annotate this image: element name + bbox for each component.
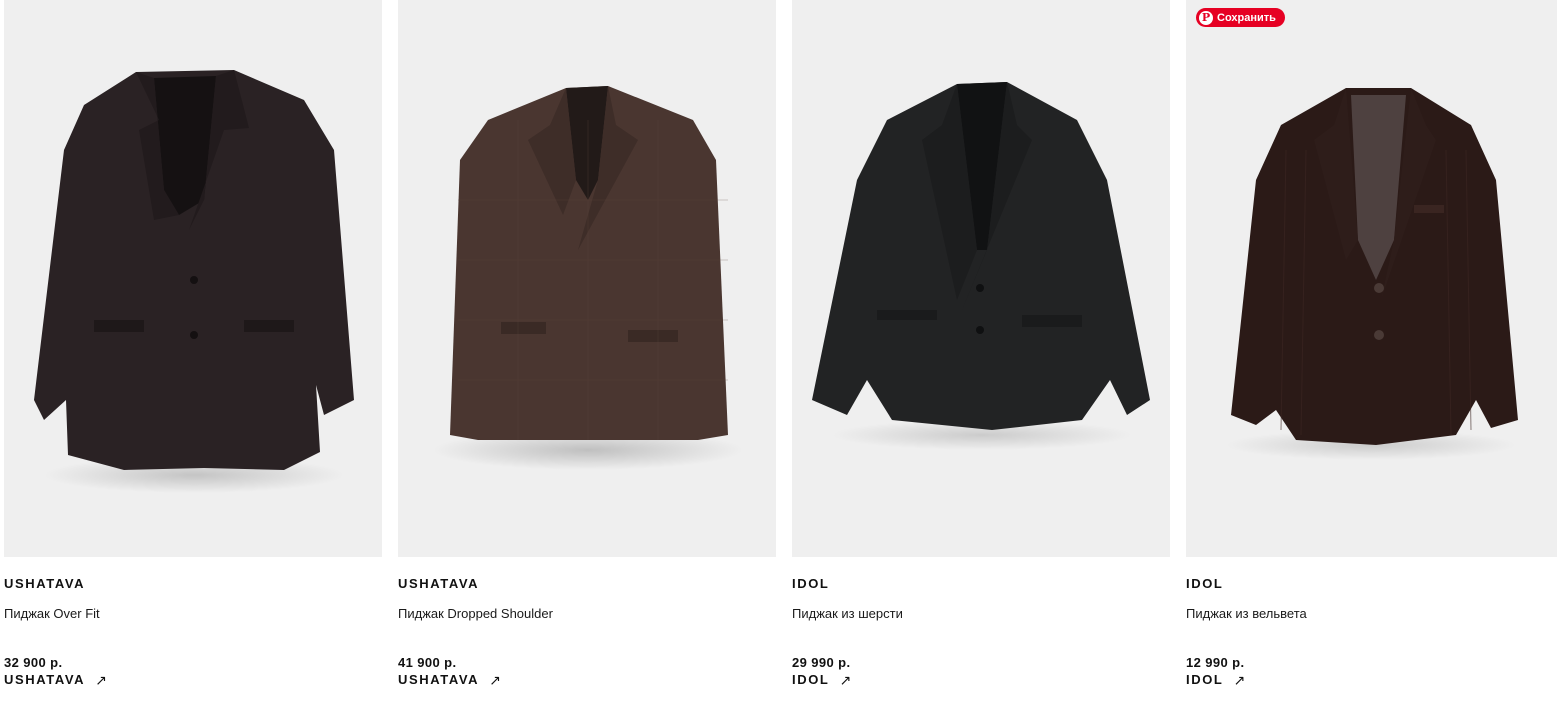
product-card: USHATAVA Пиджак Dropped Shoulder 41 900 … bbox=[398, 0, 776, 687]
jacket-image bbox=[34, 70, 354, 493]
jacket-image bbox=[1226, 88, 1518, 460]
product-brand[interactable]: IDOL bbox=[1186, 576, 1223, 591]
product-brand[interactable]: USHATAVA bbox=[4, 576, 85, 591]
product-price: 41 900 р. bbox=[398, 655, 457, 670]
shop-link[interactable]: USHATAVA ↗ bbox=[4, 672, 107, 687]
external-arrow-icon: ↗ bbox=[1233, 671, 1246, 688]
external-arrow-icon: ↗ bbox=[839, 671, 852, 688]
product-card: P Сохранить IDOL Пиджак из вельвета 12 9… bbox=[1186, 0, 1557, 687]
product-image[interactable]: P Сохранить bbox=[1186, 0, 1557, 557]
pinterest-save-label: Сохранить bbox=[1217, 11, 1276, 24]
shop-link[interactable]: IDOL ↗ bbox=[792, 672, 851, 687]
shop-link[interactable]: IDOL ↗ bbox=[1186, 672, 1245, 687]
external-arrow-icon: ↗ bbox=[489, 671, 501, 688]
jacket-image bbox=[433, 86, 743, 470]
product-card: IDOL Пиджак из шерсти 29 990 р. IDOL ↗ bbox=[792, 0, 1170, 687]
product-brand[interactable]: IDOL bbox=[792, 576, 829, 591]
product-card: USHATAVA Пиджак Over Fit 32 900 р. USHAT… bbox=[4, 0, 382, 687]
shop-link-label: USHATAVA bbox=[4, 672, 86, 687]
product-image[interactable] bbox=[792, 0, 1170, 557]
product-name[interactable]: Пиджак Dropped Shoulder bbox=[398, 606, 553, 621]
product-brand[interactable]: USHATAVA bbox=[398, 576, 479, 591]
shop-link[interactable]: USHATAVA ↗ bbox=[398, 672, 501, 687]
external-arrow-icon: ↗ bbox=[95, 671, 107, 688]
product-image[interactable] bbox=[398, 0, 776, 557]
product-name[interactable]: Пиджак Over Fit bbox=[4, 606, 100, 621]
jacket-image bbox=[812, 82, 1150, 450]
shop-link-label: IDOL bbox=[1186, 672, 1224, 687]
product-price: 32 900 р. bbox=[4, 655, 63, 670]
pinterest-icon: P bbox=[1199, 10, 1213, 25]
shop-link-label: IDOL bbox=[792, 672, 830, 687]
product-name[interactable]: Пиджак из вельвета bbox=[1186, 606, 1307, 621]
product-price: 29 990 р. bbox=[792, 655, 851, 670]
product-grid: USHATAVA Пиджак Over Fit 32 900 р. USHAT… bbox=[0, 0, 1557, 711]
shop-link-label: USHATAVA bbox=[398, 672, 480, 687]
product-name[interactable]: Пиджак из шерсти bbox=[792, 606, 903, 621]
pinterest-save-button[interactable]: P Сохранить bbox=[1196, 8, 1285, 27]
product-image[interactable] bbox=[4, 0, 382, 557]
product-price: 12 990 р. bbox=[1186, 655, 1245, 670]
